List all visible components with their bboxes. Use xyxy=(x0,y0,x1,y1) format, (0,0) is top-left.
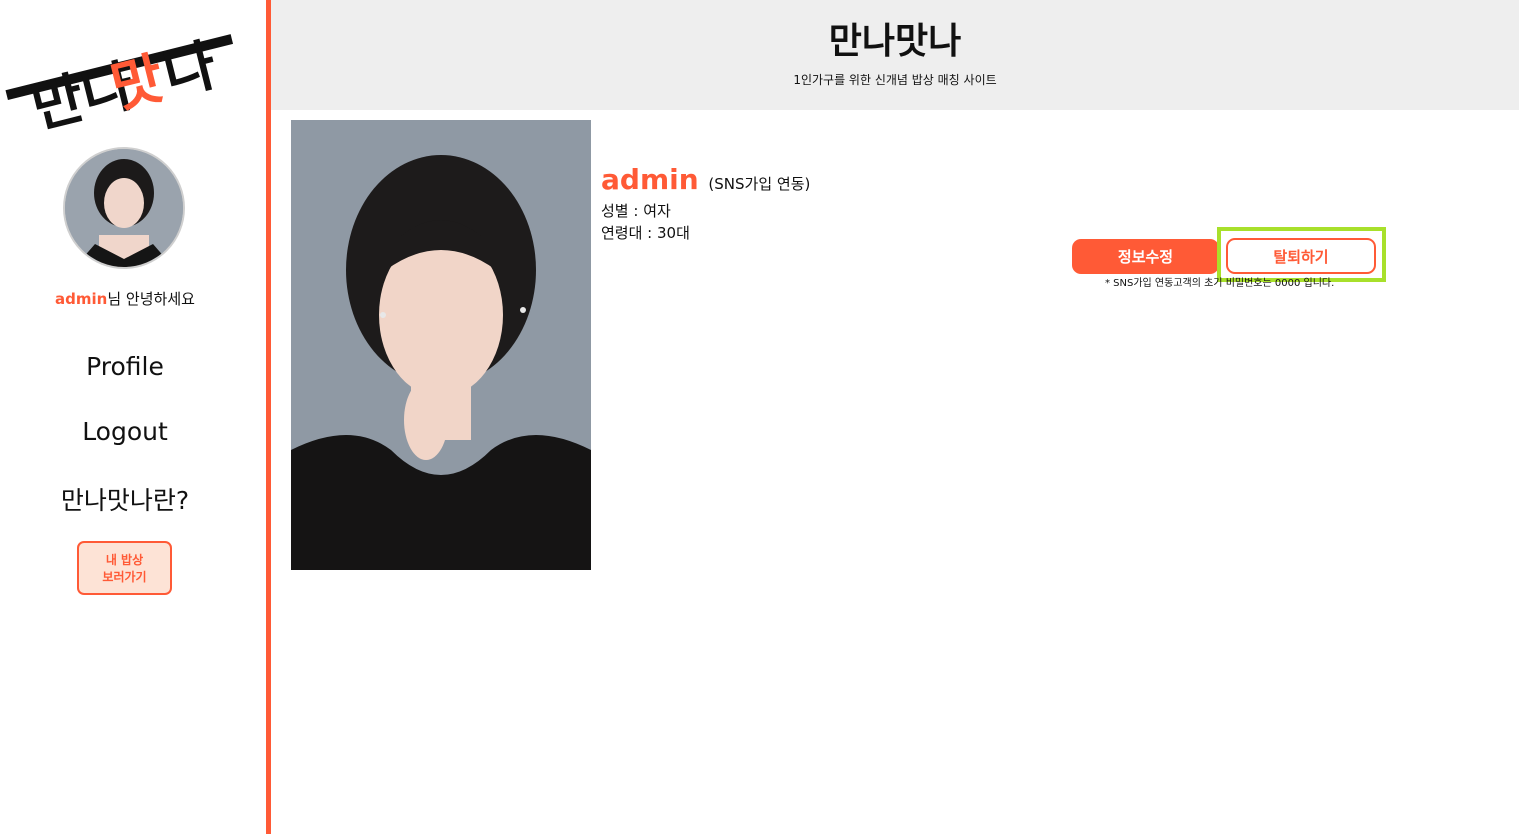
page-subtitle: 1인가구를 위한 신개념 밥상 매칭 사이트 xyxy=(793,73,997,87)
site-logo[interactable]: 만나 맛 나 xyxy=(4,10,236,132)
my-table-button[interactable]: 내 밥상 보러가기 xyxy=(77,541,172,595)
profile-username-text: admin xyxy=(601,163,699,196)
withdraw-button[interactable]: 탈퇴하기 xyxy=(1226,238,1376,274)
sidebar: 만나 맛 나 admin님 안녕하세요 Profile Logout 만나맛나란… xyxy=(0,0,266,834)
nav-logout[interactable]: Logout xyxy=(0,417,250,446)
profile-photo xyxy=(291,120,591,570)
greeting-suffix: 님 안녕하세요 xyxy=(107,290,195,308)
profile-username: admin (SNS가입 연동) xyxy=(601,163,810,196)
nav-profile[interactable]: Profile xyxy=(0,352,250,381)
sns-label: (SNS가입 연동) xyxy=(708,175,811,193)
my-table-button-line2: 보러가기 xyxy=(102,570,147,584)
sidebar-divider xyxy=(266,0,271,834)
profile-age-group: 연령대 : 30대 xyxy=(601,224,690,242)
greeting: admin님 안녕하세요 xyxy=(0,288,250,309)
sns-password-note: * SNS가입 연동고객의 초기 비밀번호는 0000 입니다. xyxy=(1105,278,1335,289)
page-header: 만나맛나 1인가구를 위한 신개념 밥상 매칭 사이트 xyxy=(271,0,1519,110)
profile-gender: 성별 : 여자 xyxy=(601,202,671,220)
greeting-username: admin xyxy=(55,290,108,308)
edit-profile-button[interactable]: 정보수정 xyxy=(1072,239,1219,274)
avatar xyxy=(63,147,185,269)
page-title: 만나맛나 xyxy=(828,21,962,62)
nav-about[interactable]: 만나맛나란? xyxy=(0,481,250,517)
my-table-button-line1: 내 밥상 xyxy=(105,553,144,567)
